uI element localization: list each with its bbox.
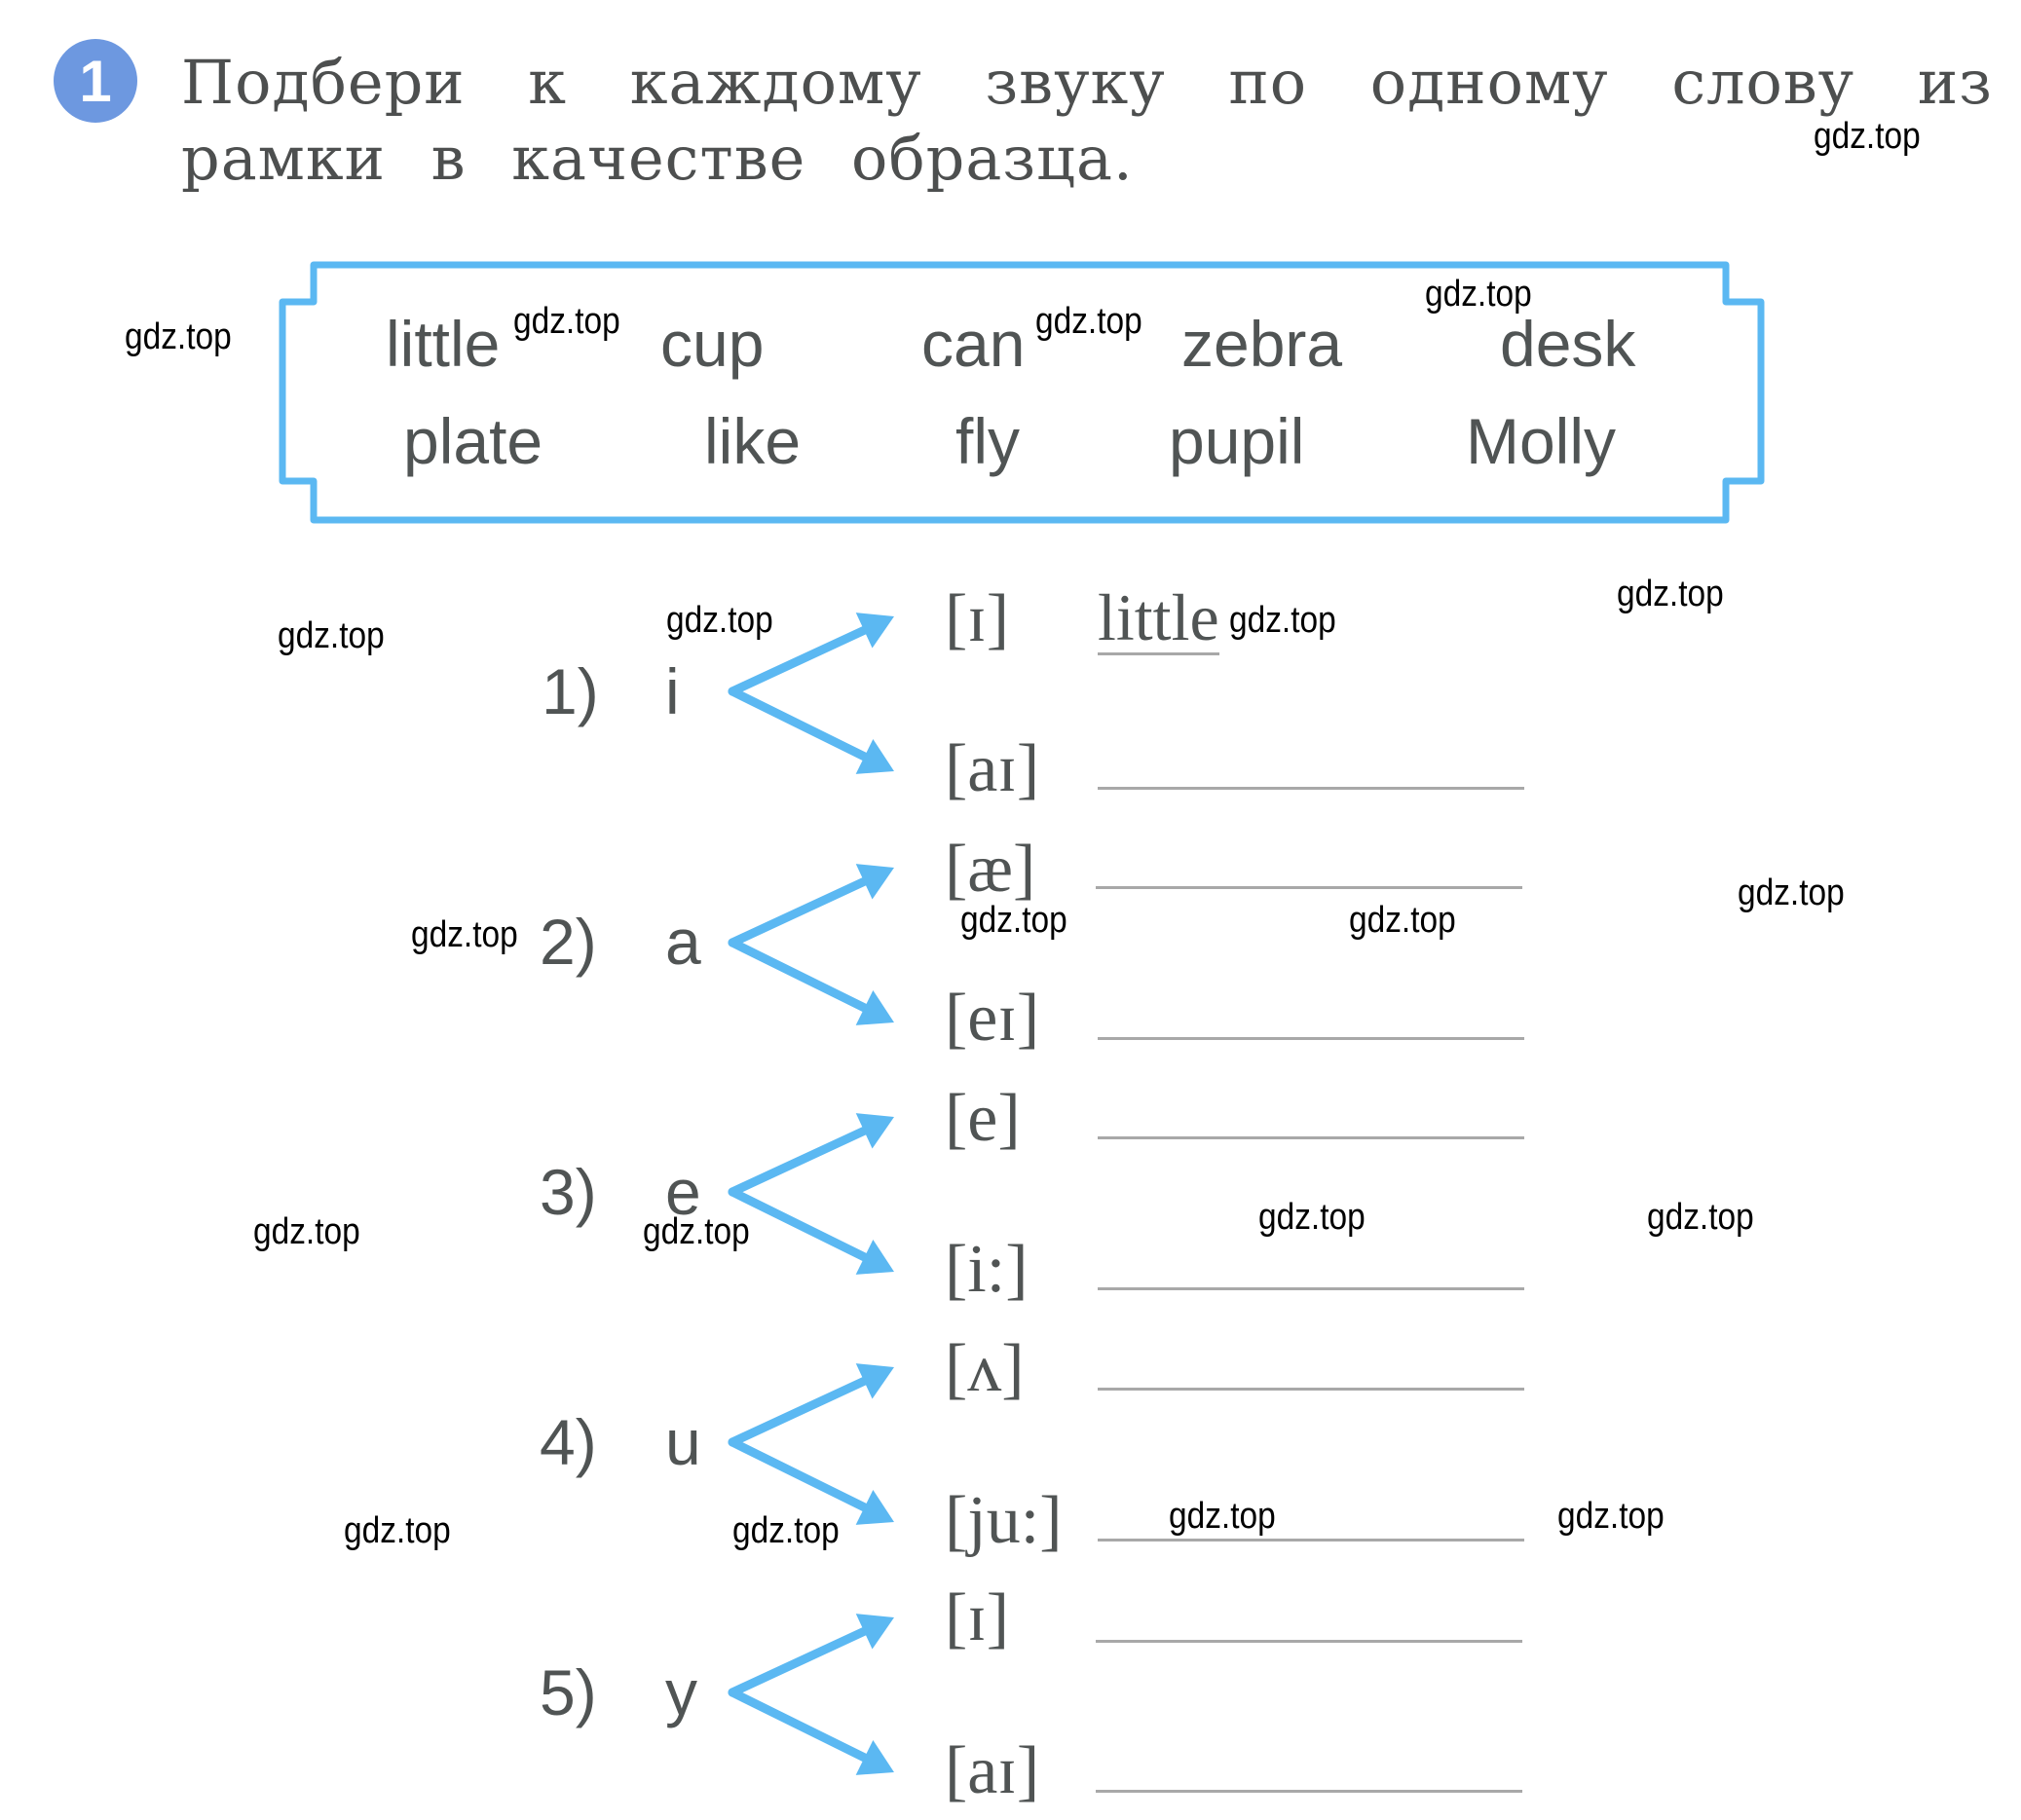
answer-field[interactable] (1098, 787, 1524, 790)
watermark: gdz.top (1617, 574, 1724, 614)
watermark: gdz.top (1035, 301, 1142, 342)
watermark: gdz.top (411, 914, 518, 955)
sound-ipa: [ɪ] (945, 581, 1010, 656)
answer-field[interactable] (1098, 1539, 1524, 1541)
watermark: gdz.top (666, 600, 773, 641)
sound-ipa: [ɪ] (945, 1580, 1010, 1655)
row-number: 3) (540, 1156, 597, 1228)
row-number: 1) (542, 655, 599, 727)
watermark: gdz.top (1647, 1197, 1754, 1238)
answer-field[interactable] (1096, 1790, 1522, 1793)
watermark: gdz.top (643, 1211, 750, 1252)
watermark: gdz.top (125, 316, 232, 357)
watermark: gdz.top (1814, 116, 1921, 157)
letter: y (665, 1656, 697, 1728)
letter: u (665, 1406, 701, 1478)
letter: a (665, 906, 701, 978)
watermark: gdz.top (1229, 600, 1336, 641)
answer-field[interactable]: little (1098, 582, 1219, 655)
arrow-shaft (728, 1187, 870, 1262)
watermark: gdz.top (253, 1211, 360, 1252)
sound-ipa: [i:] (945, 1232, 1029, 1307)
sound-ipa: [ju:] (945, 1483, 1063, 1558)
sound-ipa: [aɪ] (945, 731, 1040, 806)
sound-ipa: [ʌ] (945, 1331, 1025, 1406)
answer-field[interactable] (1098, 1388, 1524, 1391)
sound-ipa: [e] (945, 1081, 1021, 1156)
arrow-shaft (728, 687, 870, 761)
answer-field[interactable] (1096, 886, 1522, 889)
row-number: 2) (540, 906, 597, 978)
answer-field[interactable] (1098, 1287, 1524, 1290)
watermark: gdz.top (1738, 873, 1845, 913)
answer-field[interactable] (1096, 1640, 1522, 1643)
sound-ipa: [æ] (945, 832, 1036, 907)
sound-ipa: [eɪ] (945, 981, 1040, 1056)
watermark: gdz.top (513, 301, 620, 342)
arrow-shaft (728, 938, 870, 1013)
answer-field[interactable] (1098, 1037, 1524, 1040)
answer-field[interactable] (1098, 1136, 1524, 1139)
arrow-shaft (728, 1688, 870, 1763)
watermark: gdz.top (1169, 1496, 1276, 1537)
letter: i (665, 655, 680, 727)
watermark: gdz.top (1349, 900, 1456, 941)
arrow-shaft (728, 1626, 869, 1697)
arrow-shaft (728, 1376, 869, 1447)
arrow-shaft (728, 1437, 870, 1512)
watermark: gdz.top (732, 1510, 840, 1551)
watermark: gdz.top (1425, 274, 1532, 315)
row-number: 5) (540, 1656, 597, 1728)
watermark: gdz.top (278, 615, 385, 656)
row-number: 4) (540, 1406, 597, 1478)
watermark: gdz.top (344, 1510, 451, 1551)
sound-ipa: [aɪ] (945, 1733, 1040, 1808)
watermark: gdz.top (1557, 1496, 1665, 1537)
arrow-shaft (728, 876, 869, 947)
arrow-shaft (728, 1126, 869, 1197)
watermark: gdz.top (1258, 1197, 1366, 1238)
watermark: gdz.top (960, 900, 1067, 941)
